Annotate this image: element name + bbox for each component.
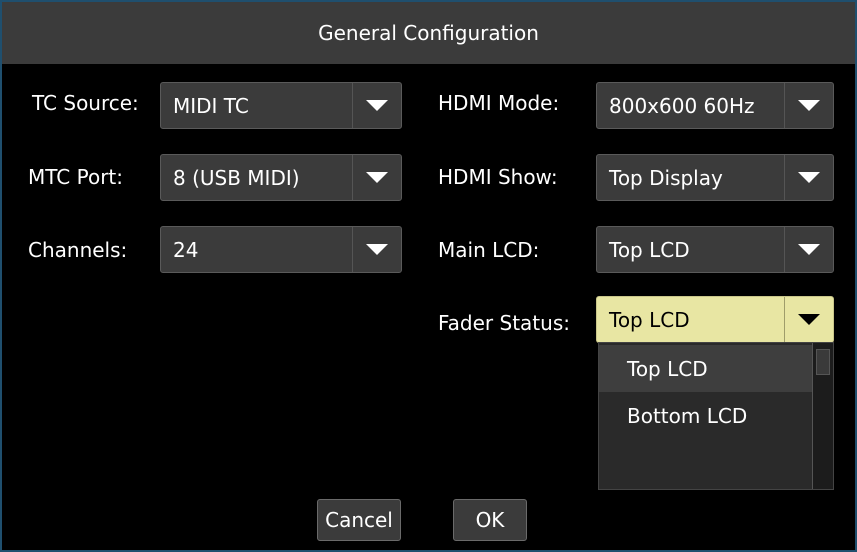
channels-dropdown-button[interactable] xyxy=(352,227,401,272)
fader-status-value: Top LCD xyxy=(609,307,690,332)
hdmi-show-value: Top Display xyxy=(609,165,723,190)
hdmi-mode-label: HDMI Mode: xyxy=(438,91,560,115)
channels-label: Channels: xyxy=(28,238,128,262)
hdmi-show-label: HDMI Show: xyxy=(438,165,558,189)
chevron-down-icon xyxy=(798,100,820,111)
fader-status-dropdown-button[interactable] xyxy=(784,297,833,342)
option-top-lcd[interactable]: Top LCD xyxy=(599,345,813,392)
mtc-port-dropdown-button[interactable] xyxy=(352,155,401,200)
tc-source-dropdown[interactable]: MIDI TC xyxy=(160,82,402,129)
tc-source-dropdown-button[interactable] xyxy=(352,83,401,128)
main-lcd-dropdown-button[interactable] xyxy=(784,227,833,272)
channels-dropdown[interactable]: 24 xyxy=(160,226,402,273)
fader-status-dropdown[interactable]: Top LCD xyxy=(596,296,834,343)
general-configuration-dialog: General Configuration TC Source: MIDI TC… xyxy=(0,0,857,552)
ok-button[interactable]: OK xyxy=(453,499,527,541)
fader-status-label: Fader Status: xyxy=(438,311,570,335)
mtc-port-value: 8 (USB MIDI) xyxy=(173,165,300,190)
fader-status-options-list[interactable]: Top LCD Bottom LCD xyxy=(598,342,834,490)
tc-source-label: TC Source: xyxy=(32,91,139,115)
chevron-down-icon xyxy=(798,314,820,325)
chevron-down-icon xyxy=(366,172,388,183)
hdmi-show-dropdown[interactable]: Top Display xyxy=(596,154,834,201)
tc-source-value: MIDI TC xyxy=(173,93,249,118)
hdmi-mode-value: 800x600 60Hz xyxy=(609,93,755,118)
hdmi-mode-dropdown[interactable]: 800x600 60Hz xyxy=(596,82,834,129)
options-scrollbar-thumb[interactable] xyxy=(816,349,830,375)
main-lcd-label: Main LCD: xyxy=(438,238,540,262)
channels-value: 24 xyxy=(173,237,199,262)
chevron-down-icon xyxy=(366,244,388,255)
main-lcd-value: Top LCD xyxy=(609,237,690,262)
chevron-down-icon xyxy=(798,172,820,183)
hdmi-show-dropdown-button[interactable] xyxy=(784,155,833,200)
chevron-down-icon xyxy=(366,100,388,111)
chevron-down-icon xyxy=(798,244,820,255)
main-lcd-dropdown[interactable]: Top LCD xyxy=(596,226,834,273)
hdmi-mode-dropdown-button[interactable] xyxy=(784,83,833,128)
cancel-button[interactable]: Cancel xyxy=(317,499,401,541)
dialog-title-bar: General Configuration xyxy=(2,2,855,64)
option-bottom-lcd[interactable]: Bottom LCD xyxy=(599,392,813,439)
mtc-port-label: MTC Port: xyxy=(28,165,124,189)
dialog-title: General Configuration xyxy=(318,21,539,45)
mtc-port-dropdown[interactable]: 8 (USB MIDI) xyxy=(160,154,402,201)
options-scrollbar[interactable] xyxy=(812,343,833,489)
